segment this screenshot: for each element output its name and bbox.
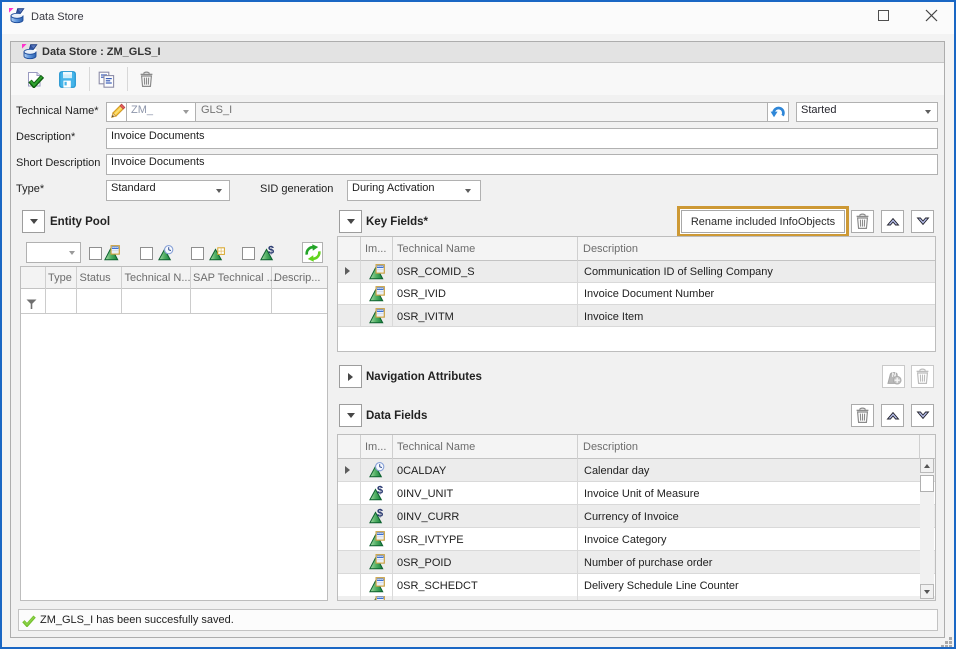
svg-text:$: $ [377, 508, 383, 519]
svg-text:$: $ [268, 245, 274, 256]
svg-text:$: $ [377, 485, 383, 496]
